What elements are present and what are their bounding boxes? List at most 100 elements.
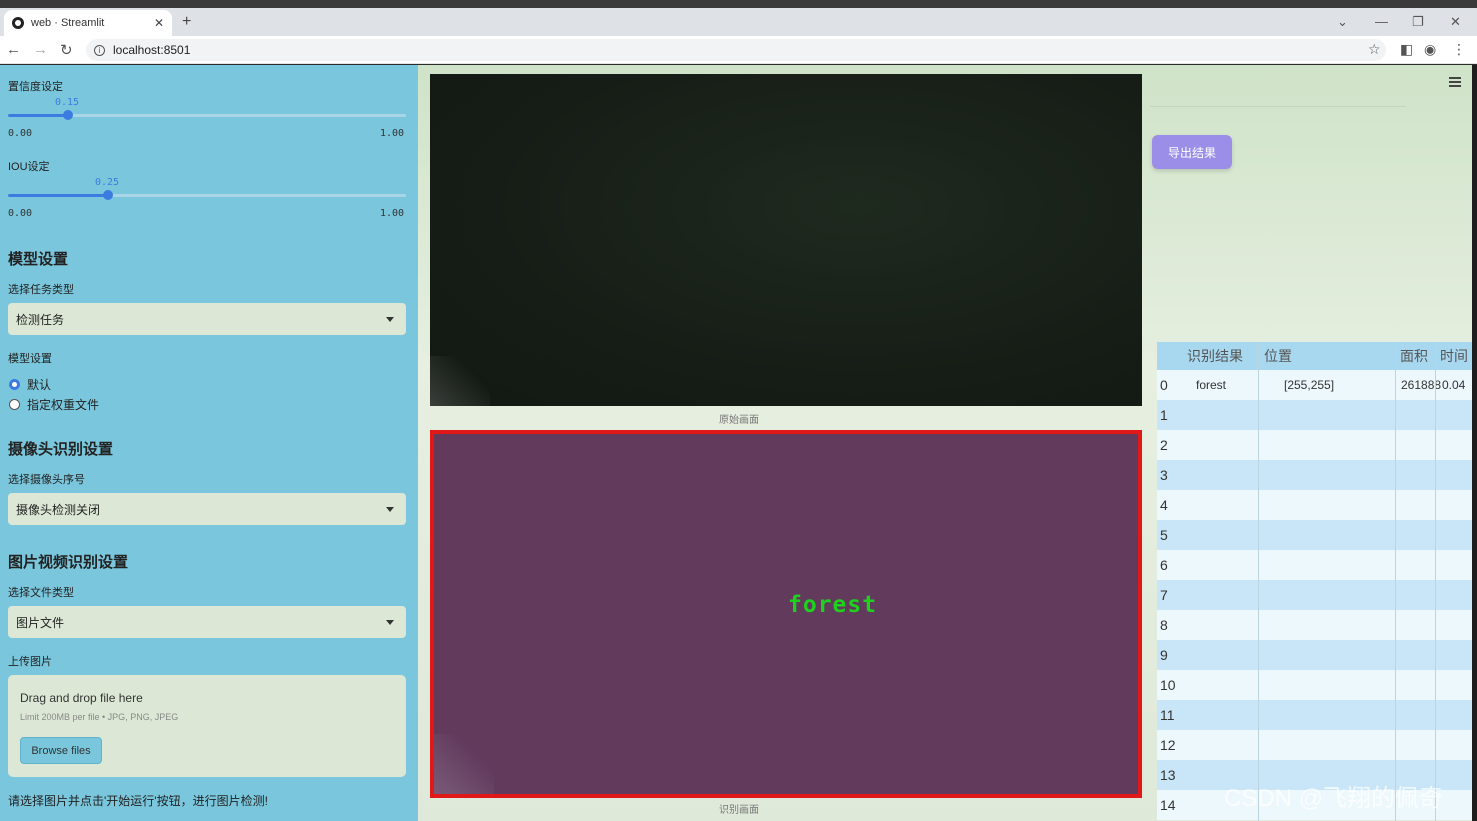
image-corner-texture [434, 734, 494, 794]
table-row: 3 [1157, 460, 1472, 490]
header-area[interactable]: 面积 [1400, 342, 1428, 370]
chevron-down-icon [386, 317, 394, 322]
confidence-slider-thumb[interactable] [62, 110, 73, 120]
row-index: 3 [1160, 467, 1168, 483]
table-row: 4 [1157, 490, 1472, 520]
window-top-strip [0, 0, 1477, 8]
results-table: 识别结果 位置 面积 时间 0 forest [255,255] 261888 0.04… [1157, 342, 1472, 820]
streamlit-favicon-icon [12, 17, 24, 29]
file-type-select[interactable]: 图片文件 [8, 606, 406, 638]
detection-label: forest [788, 592, 878, 618]
task-type-select[interactable]: 检测任务 [8, 303, 406, 335]
row-index: 11 [1160, 707, 1175, 723]
detection-image: forest [430, 430, 1142, 798]
browser-menu-icon[interactable]: ⋮ [1452, 41, 1466, 58]
iou-label: IOU设定 [8, 161, 50, 173]
image-corner-texture [430, 356, 490, 406]
row-index: 2 [1160, 437, 1168, 453]
instruction-note: 请选择图片并点击'开始运行'按钮，进行图片检测! [8, 794, 268, 808]
tab-title: web · Streamlit [31, 17, 105, 29]
confidence-min: 0.00 [8, 128, 33, 139]
iou-slider-thumb[interactable] [102, 190, 113, 200]
header-time[interactable]: 时间 [1440, 342, 1468, 370]
confidence-slider-fill [8, 114, 68, 117]
column-divider [1435, 342, 1436, 821]
detection-image-caption: 识别画面 [719, 805, 759, 816]
task-type-value: 检测任务 [16, 312, 65, 327]
radio-unchecked-icon [9, 399, 20, 410]
tab-search-chevron-icon[interactable]: ⌄ [1337, 14, 1348, 30]
iou-min: 0.00 [8, 208, 33, 219]
minimize-icon[interactable]: — [1375, 14, 1388, 29]
table-row: 8 [1157, 610, 1472, 640]
iou-slider-fill [8, 194, 108, 197]
camera-select[interactable]: 摄像头检测关闭 [8, 493, 406, 525]
tab-bar: web · Streamlit ✕ + ⌄ — ❐ ✕ [0, 8, 1477, 36]
radio-default-label: 默认 [27, 378, 52, 392]
bookmark-star-icon[interactable]: ☆ [1368, 41, 1381, 58]
header-position[interactable]: 位置 [1264, 342, 1292, 370]
table-body: 0 forest [255,255] 261888 0.04 1 2 3 4 5 6 7 8 9 10 11 1… [1157, 370, 1472, 820]
back-arrow-icon[interactable]: ← [6, 41, 21, 58]
cell-position: [255,255] [1284, 378, 1335, 392]
new-tab-icon[interactable]: + [182, 13, 191, 31]
iou-value: 0.25 [95, 177, 120, 188]
confidence-label: 置信度设定 [8, 81, 63, 93]
iou-max: 1.00 [380, 208, 405, 219]
upload-label: 上传图片 [8, 656, 52, 668]
table-row: 1 [1157, 400, 1472, 430]
row-index: 6 [1160, 557, 1168, 573]
task-type-label: 选择任务类型 [8, 284, 74, 296]
file-type-value: 图片文件 [16, 615, 65, 630]
row-index: 12 [1160, 737, 1176, 753]
radio-default[interactable]: 默认 [9, 376, 51, 393]
iou-slider[interactable] [8, 190, 406, 200]
row-index: 8 [1160, 617, 1168, 633]
divider [1150, 106, 1406, 107]
camera-settings-heading: 摄像头识别设置 [8, 441, 114, 458]
table-row: 6 [1157, 550, 1472, 580]
forward-arrow-icon[interactable]: → [33, 41, 48, 58]
site-info-icon[interactable]: i [94, 44, 105, 56]
row-index: 0 [1160, 377, 1168, 393]
confidence-slider[interactable] [8, 110, 406, 120]
tab-close-icon[interactable]: ✕ [154, 16, 164, 30]
confidence-value: 0.15 [55, 97, 80, 108]
restore-icon[interactable]: ❐ [1412, 14, 1424, 30]
confidence-max: 1.00 [380, 128, 405, 139]
table-row: 7 [1157, 580, 1472, 610]
camera-select-value: 摄像头检测关闭 [16, 502, 101, 517]
chevron-down-icon [386, 620, 394, 625]
page-scrollbar[interactable] [1472, 65, 1477, 821]
close-window-icon[interactable]: ✕ [1450, 14, 1461, 30]
url-field[interactable]: i localhost:8501 [86, 39, 1386, 61]
table-row: 0 forest [255,255] 261888 0.04 [1157, 370, 1472, 400]
streamlit-app: 置信度设定 0.15 0.00 1.00 IOU设定 0.25 0.00 1.0… [0, 65, 1472, 821]
browse-files-button[interactable]: Browse files [20, 737, 102, 764]
table-header-row: 识别结果 位置 面积 时间 [1157, 342, 1472, 370]
header-result[interactable]: 识别结果 [1187, 342, 1243, 370]
watermark: CSDN @飞翔的佩奇 [1224, 785, 1444, 812]
hamburger-menu-icon[interactable] [1449, 77, 1461, 89]
camera-index-label: 选择摄像头序号 [8, 474, 85, 486]
row-index: 5 [1160, 527, 1168, 543]
radio-custom-weights[interactable]: 指定权重文件 [9, 396, 99, 413]
row-index: 4 [1160, 497, 1168, 513]
original-image [430, 74, 1142, 406]
model-settings-heading: 模型设置 [8, 251, 69, 268]
row-index: 1 [1160, 407, 1168, 423]
url-text: localhost:8501 [113, 43, 191, 57]
column-divider [1395, 342, 1396, 821]
browser-tab[interactable]: web · Streamlit ✕ [4, 10, 172, 36]
file-dropzone[interactable]: Drag and drop file here Limit 200MB per … [8, 675, 406, 777]
cell-result: forest [1196, 378, 1227, 392]
export-results-button[interactable]: 导出结果 [1152, 135, 1232, 169]
model-source-label: 模型设置 [8, 353, 52, 365]
profile-avatar-icon[interactable]: ◉ [1424, 41, 1436, 58]
side-panel-icon[interactable]: ◧ [1400, 41, 1413, 58]
table-row: 2 [1157, 430, 1472, 460]
file-type-label: 选择文件类型 [8, 587, 74, 599]
radio-custom-weights-label: 指定权重文件 [27, 398, 100, 412]
dropzone-text: Drag and drop file here [20, 691, 143, 705]
reload-icon[interactable]: ↻ [60, 41, 73, 59]
